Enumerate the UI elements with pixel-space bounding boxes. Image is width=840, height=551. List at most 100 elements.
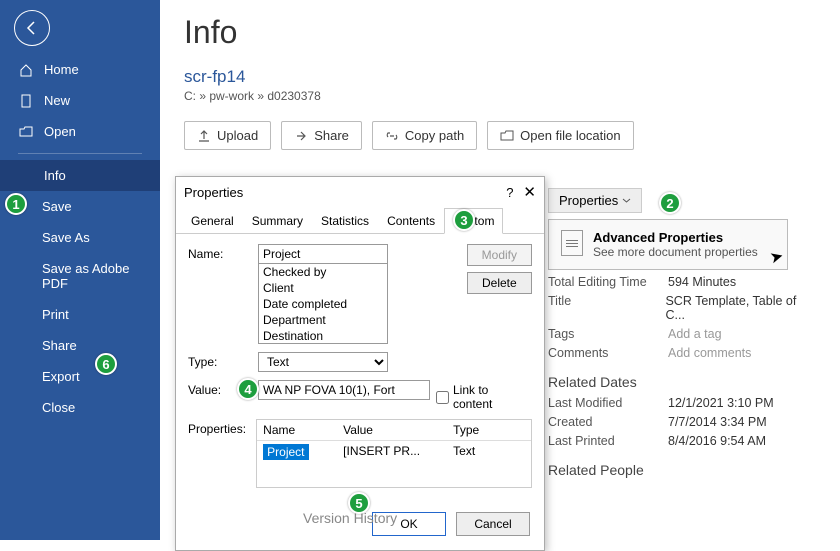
sidebar-item-label: Export [42, 369, 80, 384]
sidebar-item-print[interactable]: Print [0, 299, 160, 330]
sidebar-item-label: Info [44, 168, 66, 183]
col-type[interactable]: Type [447, 420, 531, 440]
properties-table: Name Value Type Project [INSERT PR... Te… [256, 419, 532, 488]
row-name: Project [263, 444, 308, 460]
page-title: Info [184, 14, 816, 51]
table-row[interactable]: Project [INSERT PR... Text [257, 441, 531, 487]
tags-label: Tags [548, 327, 668, 341]
dialog-close-button[interactable]: ✕ [523, 183, 536, 201]
col-value[interactable]: Value [337, 420, 447, 440]
sidebar-item-label: Save as Adobe PDF [42, 261, 142, 291]
folder-icon [500, 129, 514, 143]
link-to-content-checkbox[interactable]: Link to content [436, 380, 500, 411]
callout-badge-6: 6 [95, 353, 117, 375]
open-file-location-button[interactable]: Open file location [487, 121, 633, 150]
callout-badge-2: 2 [659, 192, 681, 214]
advanced-properties-popup[interactable]: Advanced Properties See more document pr… [548, 219, 788, 270]
callout-badge-5: 5 [348, 492, 370, 514]
title-label: Title [548, 294, 665, 322]
modify-button[interactable]: Modify [467, 244, 532, 266]
callout-badge-4: 4 [237, 378, 259, 400]
name-option[interactable]: Destination [259, 328, 387, 344]
callout-badge-3: 3 [453, 209, 475, 231]
dialog-help-button[interactable]: ? [506, 185, 513, 200]
home-icon [18, 63, 34, 77]
folder-open-icon [18, 126, 34, 138]
sidebar-item-share[interactable]: Share [0, 330, 160, 361]
sidebar-item-info[interactable]: Info [0, 160, 160, 191]
comments-value[interactable]: Add comments [668, 346, 751, 360]
sidebar-item-label: New [44, 93, 70, 108]
copy-path-button[interactable]: Copy path [372, 121, 477, 150]
sidebar-item-open[interactable]: Open [0, 116, 160, 147]
version-history-label: Version History [303, 510, 397, 526]
dialog-title: Properties [184, 185, 243, 200]
sidebar-item-label: Save As [42, 230, 90, 245]
type-label: Type: [188, 352, 252, 369]
created-value: 7/7/2014 3:34 PM [668, 415, 767, 429]
title-value[interactable]: SCR Template, Table of C... [665, 294, 816, 322]
cursor-icon: ➤ [767, 246, 785, 269]
info-panel: Properties Advanced Properties See more … [548, 188, 816, 484]
name-input[interactable] [258, 244, 388, 264]
col-name[interactable]: Name [257, 420, 337, 440]
last-printed-value: 8/4/2016 9:54 AM [668, 434, 766, 448]
sidebar-item-export[interactable]: Export [0, 361, 160, 392]
related-people-heading: Related People [548, 462, 816, 478]
name-suggestion-list[interactable]: Checked by Client Date completed Departm… [258, 264, 388, 344]
sidebar-item-home[interactable]: Home [0, 54, 160, 85]
sidebar-separator [18, 153, 142, 154]
sidebar-item-new[interactable]: New [0, 85, 160, 116]
properties-label: Properties: [188, 419, 250, 436]
name-option[interactable]: Date completed [259, 296, 387, 312]
sidebar-item-save-adobe-pdf[interactable]: Save as Adobe PDF [0, 253, 160, 299]
upload-button[interactable]: Upload [184, 121, 271, 150]
name-label: Name: [188, 244, 252, 261]
advanced-properties-subtitle: See more document properties [593, 245, 758, 259]
chevron-down-icon [622, 196, 631, 205]
dialog-tabs: General Summary Statistics Contents Cust… [176, 207, 544, 234]
share-button[interactable]: Share [281, 121, 362, 150]
related-dates-heading: Related Dates [548, 374, 816, 390]
name-option[interactable]: Checked by [259, 264, 387, 280]
tab-contents[interactable]: Contents [378, 208, 444, 234]
sidebar-item-label: Share [42, 338, 77, 353]
sidebar-item-close[interactable]: Close [0, 392, 160, 423]
link-icon [385, 129, 399, 143]
sidebar-item-label: Open [44, 124, 76, 139]
last-modified-label: Last Modified [548, 396, 668, 410]
created-label: Created [548, 415, 668, 429]
document-title: scr-fp14 [184, 67, 816, 87]
upload-icon [197, 129, 211, 143]
name-option[interactable]: Client [259, 280, 387, 296]
row-type: Text [447, 441, 531, 461]
sidebar-item-label: Save [42, 199, 72, 214]
sidebar-item-label: Print [42, 307, 69, 322]
name-option[interactable]: Department [259, 312, 387, 328]
tags-value[interactable]: Add a tag [668, 327, 722, 341]
row-value: [INSERT PR... [337, 441, 447, 461]
comments-label: Comments [548, 346, 668, 360]
dialog-titlebar: Properties ? ✕ [176, 177, 544, 207]
cancel-button[interactable]: Cancel [456, 512, 530, 536]
properties-sheet-icon [561, 230, 583, 256]
advanced-properties-title: Advanced Properties [593, 230, 758, 245]
delete-button[interactable]: Delete [467, 272, 532, 294]
type-select[interactable]: Text [258, 352, 388, 372]
total-editing-time-value: 594 Minutes [668, 275, 736, 289]
backstage-sidebar: Home New Open Info Save Save As Save as … [0, 0, 160, 540]
last-modified-value: 12/1/2021 3:10 PM [668, 396, 774, 410]
properties-dropdown[interactable]: Properties [548, 188, 642, 213]
arrow-left-icon [24, 20, 40, 36]
sidebar-item-label: Close [42, 400, 75, 415]
tab-general[interactable]: General [182, 208, 243, 234]
tab-statistics[interactable]: Statistics [312, 208, 378, 234]
sidebar-item-label: Home [44, 62, 79, 77]
tab-summary[interactable]: Summary [243, 208, 312, 234]
action-row: Upload Share Copy path Open file locatio… [184, 121, 816, 150]
sidebar-item-save-as[interactable]: Save As [0, 222, 160, 253]
share-icon [294, 129, 308, 143]
value-input[interactable] [258, 380, 430, 400]
back-button[interactable] [14, 10, 50, 46]
document-path: C: » pw-work » d0230378 [184, 89, 816, 103]
